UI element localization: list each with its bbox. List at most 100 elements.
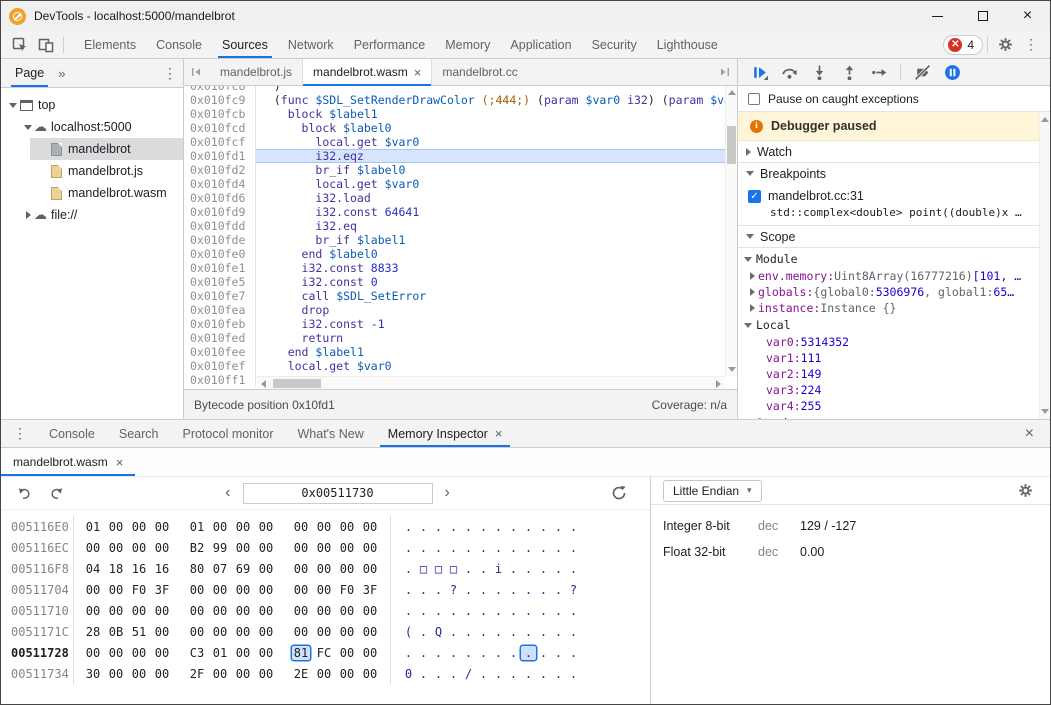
- hex-byte[interactable]: 00: [234, 541, 252, 555]
- hex-byte[interactable]: 00: [338, 520, 356, 534]
- hex-byte[interactable]: 3F: [361, 583, 379, 597]
- hex-byte[interactable]: 00: [211, 583, 229, 597]
- scroll-down-icon[interactable]: [728, 367, 736, 372]
- drawer-tab-search[interactable]: Search: [107, 420, 171, 447]
- hex-byte[interactable]: 30: [84, 667, 102, 681]
- hex-byte[interactable]: 3F: [153, 583, 171, 597]
- hex-byte[interactable]: 00: [338, 562, 356, 576]
- hex-byte[interactable]: 00: [257, 625, 275, 639]
- ascii-char[interactable]: .: [416, 625, 431, 639]
- hex-byte[interactable]: 51: [130, 625, 148, 639]
- hex-byte[interactable]: 00: [211, 604, 229, 618]
- hex-byte[interactable]: 00: [361, 667, 379, 681]
- tree-item-localhost-5000[interactable]: ☁localhost:5000: [1, 116, 183, 138]
- ascii-char[interactable]: .: [491, 583, 506, 597]
- ascii-char[interactable]: .: [446, 646, 461, 660]
- line-content[interactable]: br_if $label0: [256, 163, 737, 177]
- chevron-down-icon[interactable]: [744, 323, 752, 328]
- ascii-char[interactable]: .: [536, 667, 551, 681]
- line-content[interactable]: block $label0: [256, 121, 737, 135]
- main-tab-console[interactable]: Console: [146, 31, 212, 58]
- settings-button[interactable]: [992, 33, 1018, 57]
- ascii-char[interactable]: .: [431, 541, 446, 555]
- ascii-char[interactable]: .: [461, 646, 476, 660]
- hex-byte[interactable]: 00: [107, 541, 125, 555]
- editor-tab-mandelbrot-js[interactable]: mandelbrot.js: [210, 59, 302, 85]
- scrollbar-thumb[interactable]: [273, 379, 321, 388]
- hex-byte[interactable]: 00: [234, 604, 252, 618]
- ascii-char[interactable]: .: [476, 520, 491, 534]
- editor-tab-mandelbrot-cc[interactable]: mandelbrot.cc: [432, 59, 527, 85]
- chevron-right-icon[interactable]: [750, 304, 755, 312]
- hex-byte[interactable]: 00: [107, 646, 125, 660]
- ascii-char[interactable]: .: [536, 625, 551, 639]
- step-into-button[interactable]: [806, 60, 832, 84]
- ascii-char[interactable]: .: [536, 541, 551, 555]
- hex-byte[interactable]: 00: [188, 583, 206, 597]
- scroll-right-icon[interactable]: [716, 380, 721, 388]
- ascii-char[interactable]: .: [551, 667, 566, 681]
- ascii-char[interactable]: .: [401, 583, 416, 597]
- hex-byte[interactable]: 00: [130, 520, 148, 534]
- step-out-button[interactable]: [836, 60, 862, 84]
- hex-byte[interactable]: 00: [153, 646, 171, 660]
- hex-byte[interactable]: 00: [211, 520, 229, 534]
- hex-byte[interactable]: 00: [130, 646, 148, 660]
- ascii-char[interactable]: .: [431, 667, 446, 681]
- ascii-char[interactable]: .: [566, 667, 581, 681]
- ascii-char[interactable]: .: [521, 520, 536, 534]
- ascii-char[interactable]: 0: [401, 667, 416, 681]
- deactivate-breakpoints-button[interactable]: [909, 60, 935, 84]
- ascii-char[interactable]: .: [431, 583, 446, 597]
- hex-byte[interactable]: 00: [107, 604, 125, 618]
- ascii-char[interactable]: .: [416, 667, 431, 681]
- hex-byte[interactable]: C3: [188, 646, 206, 660]
- ascii-char[interactable]: .: [401, 562, 416, 576]
- hex-byte[interactable]: 00: [257, 541, 275, 555]
- hex-byte[interactable]: FC: [315, 646, 333, 660]
- ascii-char[interactable]: .: [476, 625, 491, 639]
- ascii-char[interactable]: .: [461, 541, 476, 555]
- scope-item-var2[interactable]: var2: 149: [738, 366, 1050, 382]
- hex-byte[interactable]: 00: [361, 604, 379, 618]
- hex-byte[interactable]: 00: [257, 646, 275, 660]
- ascii-char[interactable]: .: [521, 541, 536, 555]
- line-content[interactable]: local.get $var0: [256, 359, 737, 373]
- tree-item-mandelbrot-wasm[interactable]: mandelbrot.wasm: [1, 182, 183, 204]
- scroll-down-icon[interactable]: [1041, 409, 1049, 414]
- ascii-char[interactable]: .: [476, 604, 491, 618]
- hex-byte[interactable]: 00: [257, 667, 275, 681]
- line-content[interactable]: drop: [256, 303, 737, 317]
- chevron-down-icon[interactable]: [9, 103, 17, 108]
- line-address[interactable]: 0x010fed: [184, 331, 256, 345]
- hex-byte[interactable]: 00: [130, 541, 148, 555]
- hex-byte[interactable]: 00: [338, 646, 356, 660]
- next-page-button[interactable]: ›: [439, 485, 456, 501]
- hex-byte[interactable]: 00: [315, 667, 333, 681]
- hex-byte[interactable]: 00: [292, 625, 310, 639]
- ascii-char[interactable]: .: [461, 604, 476, 618]
- hex-byte[interactable]: 00: [257, 562, 275, 576]
- hex-byte[interactable]: 00: [338, 604, 356, 618]
- ascii-char[interactable]: .: [506, 520, 521, 534]
- ascii-char[interactable]: .: [536, 583, 551, 597]
- hex-byte[interactable]: 01: [211, 646, 229, 660]
- ascii-char[interactable]: .: [446, 667, 461, 681]
- ascii-char[interactable]: .: [431, 604, 446, 618]
- hex-byte[interactable]: 00: [153, 667, 171, 681]
- history-back-button[interactable]: [11, 481, 37, 505]
- step-button[interactable]: [866, 60, 892, 84]
- ascii-char[interactable]: .: [416, 583, 431, 597]
- scrollbar-thumb[interactable]: [727, 126, 736, 164]
- ascii-char[interactable]: .: [521, 604, 536, 618]
- ascii-char[interactable]: .: [506, 541, 521, 555]
- maximize-button[interactable]: [960, 1, 1005, 31]
- editor-tab-mandelbrot-wasm[interactable]: mandelbrot.wasm×: [302, 59, 432, 85]
- ascii-char[interactable]: /: [461, 667, 476, 681]
- line-address[interactable]: 0x010fd6: [184, 191, 256, 205]
- hex-byte[interactable]: 00: [107, 667, 125, 681]
- line-content[interactable]: i32.load: [256, 191, 737, 205]
- hex-byte[interactable]: 00: [292, 604, 310, 618]
- ascii-char[interactable]: .: [506, 583, 521, 597]
- drawer-close-button[interactable]: ×: [1015, 425, 1044, 443]
